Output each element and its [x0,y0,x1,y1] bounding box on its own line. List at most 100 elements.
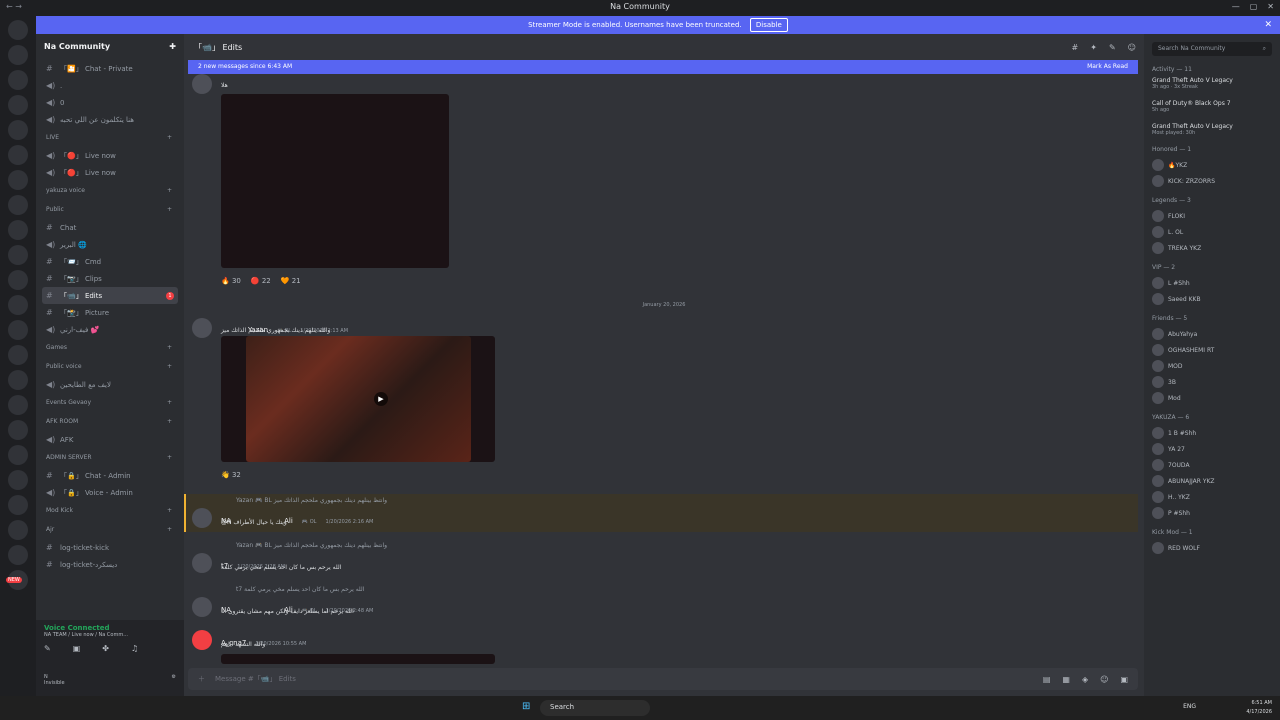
video-icon[interactable]: ✎ [44,644,51,653]
server-icon[interactable] [8,270,28,290]
banner-close-icon[interactable]: ✕ [1264,16,1272,34]
member-row[interactable]: 1 B #Shh [1152,425,1272,441]
member-row[interactable]: AbuYahya [1152,326,1272,342]
video-attachment[interactable] [221,94,449,268]
member-row[interactable]: KICK: ZRZORRS [1152,173,1272,189]
reply-preview[interactable]: t7 الله يرحم بس ما كان احد يسلم مخي يرمي… [236,586,364,593]
message-composer[interactable]: ＋ Message #「📹」 Edits ▤ ▦ ◈ ☺ ▣ [188,668,1138,690]
settings-icon[interactable]: ⚙ [172,674,176,690]
attach-plus-icon[interactable]: ＋ [198,674,205,684]
mute-icon[interactable]: ✦ [1090,43,1097,52]
screen-share-icon[interactable]: ▣ [73,644,81,653]
new-messages-bar[interactable]: 2 new messages since 6:43 AM Mark As Rea… [188,60,1138,74]
server-icon[interactable] [8,295,28,315]
channel-category[interactable]: AFK ROOM + [42,412,178,431]
member-row[interactable]: TREKA YKZ [1152,240,1272,256]
apps-icon[interactable]: ▣ [1120,675,1128,684]
video-thumbnail[interactable]: ▶ [246,336,471,462]
avatar[interactable] [192,508,212,528]
channel-item[interactable]: # 「📷」 Clips [42,270,178,287]
threads-icon[interactable]: # [1072,43,1079,52]
avatar[interactable] [192,597,212,617]
add-member-icon[interactable]: ✚ [169,42,176,52]
gif-icon[interactable]: ▦ [1062,675,1070,684]
member-row[interactable]: OGHASHEMI RT [1152,342,1272,358]
channel-item[interactable]: # 「📹」 Edits 1 [42,287,178,304]
channel-item[interactable]: ◀) 0 [42,94,178,111]
member-row[interactable]: P #Shh [1152,505,1272,521]
minimize-icon[interactable]: — [1232,2,1240,11]
activity-card[interactable]: Grand Theft Auto V Legacy 3h ago · 3x Str… [1152,77,1272,90]
member-row[interactable]: MOD [1152,358,1272,374]
channel-category[interactable]: yakuza voice + [42,181,178,200]
channel-category[interactable]: Events Gevaoy + [42,393,178,412]
member-row[interactable]: FLOKI [1152,208,1272,224]
channel-category[interactable]: ADMIN SERVER + [42,448,178,467]
server-icon[interactable] [8,470,28,490]
member-row[interactable]: ABUNAJJAR YKZ [1152,473,1272,489]
channel-item[interactable]: ◀) البرير 🌐 [42,236,178,253]
new-server-badge[interactable] [6,570,28,590]
server-icon[interactable] [8,220,28,240]
channel-category[interactable]: Ajr + [42,520,178,539]
channel-item[interactable]: ◀) هنا يتكلمون عن اللي تحبه [42,111,178,128]
add-channel-icon[interactable]: + [167,363,172,370]
server-icon[interactable] [8,70,28,90]
clock[interactable]: 6:51 AM 4/17/2026 [1246,699,1272,717]
add-channel-icon[interactable]: + [167,187,172,194]
member-row[interactable]: 7OUDA [1152,457,1272,473]
close-window-icon[interactable]: ✕ [1267,2,1274,11]
channel-item[interactable]: ◀) AFK [42,431,178,448]
activity-card[interactable]: Call of Duty® Black Ops 7 5h ago [1152,100,1272,113]
channel-item[interactable]: # 「📨」 Cmd [42,253,178,270]
server-icon[interactable] [8,320,28,340]
channel-category[interactable]: Public voice + [42,357,178,376]
message-input[interactable]: Message #「📹」 Edits [215,674,1043,684]
server-icon[interactable] [8,20,28,40]
disable-button[interactable]: Disable [749,18,788,32]
add-channel-icon[interactable]: + [167,206,172,213]
channel-item[interactable]: # 「🎦」 Chat - Private [42,60,178,77]
server-icon[interactable] [8,95,28,115]
server-icon[interactable] [8,420,28,440]
pin-icon[interactable]: ✎ [1109,43,1116,52]
channel-item[interactable]: ◀) 「🔴」 Live now [42,164,178,181]
avatar[interactable] [192,630,212,650]
video-attachment[interactable] [221,654,495,664]
server-icon[interactable] [8,245,28,265]
member-row[interactable]: Mod [1152,390,1272,406]
add-channel-icon[interactable]: + [167,134,172,141]
add-channel-icon[interactable]: + [167,399,172,406]
add-channel-icon[interactable]: + [167,344,172,351]
reaction[interactable]: 🔥 30 [221,277,241,285]
channel-item[interactable]: ◀) فيف-ارني 💕 [42,321,178,338]
channel-item[interactable]: ◀) 「🔴」 Live now [42,147,178,164]
language-indicator[interactable]: ENG [1183,703,1196,710]
server-icon[interactable] [8,520,28,540]
avatar[interactable] [192,318,212,338]
mark-as-read-button[interactable]: Mark As Read [1087,60,1128,74]
channel-item[interactable]: # 「📸」 Picture [42,304,178,321]
channel-category[interactable]: LIVE + [42,128,178,147]
activity-card[interactable]: Grand Theft Auto V Legacy Most played: 30… [1152,123,1272,136]
server-icon[interactable] [8,495,28,515]
taskbar-search[interactable]: Search [540,700,650,716]
avatar[interactable] [192,74,212,94]
member-row[interactable]: L #Shh [1152,275,1272,291]
search-input[interactable]: Search Na Community ⌕ [1152,42,1272,56]
emoji-icon[interactable]: ☺ [1100,675,1108,684]
member-row[interactable]: 🔥YKZ [1152,157,1272,173]
server-icon[interactable] [8,345,28,365]
reaction[interactable]: 🧡 21 [281,277,301,285]
reaction[interactable]: 🔴 22 [251,277,271,285]
channel-item[interactable]: ◀). [42,77,178,94]
channel-category[interactable]: Games + [42,338,178,357]
member-row[interactable]: Saeed KKB [1152,291,1272,307]
activity-icon[interactable]: ✤ [102,644,109,653]
channel-item[interactable]: ◀) 「🔒」 Voice - Admin [42,484,178,501]
server-icon[interactable] [8,45,28,65]
start-icon[interactable]: ⊞ [522,701,530,712]
server-icon[interactable] [8,445,28,465]
channel-item[interactable]: # log-ticket-kick [42,539,178,556]
add-channel-icon[interactable]: + [167,418,172,425]
